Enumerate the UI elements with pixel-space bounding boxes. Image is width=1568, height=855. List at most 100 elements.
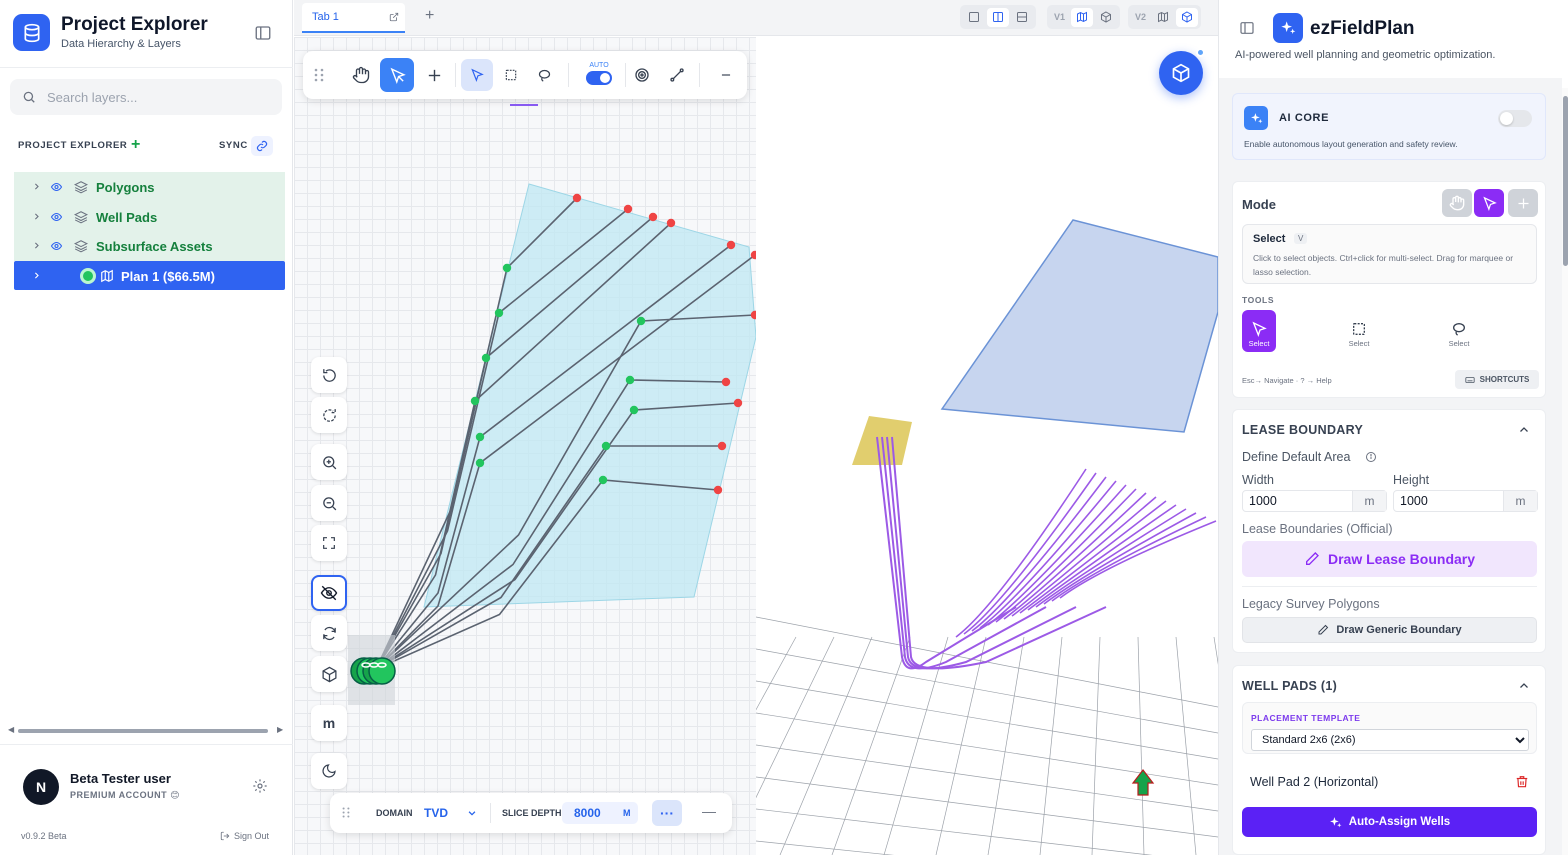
chevron-up-icon[interactable] [1518,424,1530,436]
pan-hand-icon[interactable] [344,58,378,92]
rotate-left-icon[interactable] [311,357,347,393]
path-draw-icon[interactable] [660,58,694,92]
chevron-right-icon[interactable] [32,182,41,191]
gear-icon[interactable] [252,778,268,794]
target-icon[interactable] [625,58,659,92]
v1-cube-icon[interactable] [1095,8,1117,27]
eye-icon[interactable] [50,181,63,193]
toe-point[interactable] [623,204,633,214]
auto-toggle[interactable]: AUTO [586,62,612,85]
avatar[interactable]: N [23,769,59,805]
tree-item-polygons[interactable]: Polygons [14,172,285,202]
zoom-in-icon[interactable] [311,444,347,480]
toe-point[interactable] [726,240,736,250]
toe-point[interactable] [666,218,676,228]
lease-polygon[interactable] [423,183,756,608]
map-view-3d[interactable] [756,37,1218,855]
tree-item-well-pads[interactable]: Well Pads [14,201,285,231]
chevron-right-icon[interactable] [32,212,41,221]
tree-item-subsurface-assets[interactable]: Subsurface Assets [14,231,285,261]
panel-toggle-icon[interactable] [1239,20,1255,36]
sign-out-link[interactable]: Sign Out [220,831,269,841]
minimize-icon[interactable] [709,58,743,92]
heel-point[interactable] [475,432,485,442]
v1-map-icon[interactable] [1071,7,1094,27]
search-input[interactable] [47,87,272,107]
heel-point[interactable] [601,441,611,451]
well-pad-name[interactable]: Well Pad 2 (Horizontal) [1250,775,1378,789]
cube-3d-icon[interactable] [311,656,347,692]
toe-point[interactable] [648,212,658,222]
well-pad-marker[interactable] [348,635,396,705]
chevron-right-icon[interactable] [32,241,41,250]
mode-add-plus-icon[interactable] [1508,189,1538,217]
toe-point[interactable] [733,398,743,408]
select-cursor-icon[interactable] [380,58,414,92]
drag-handle-icon[interactable] [314,68,324,82]
shortcuts-button[interactable]: SHORTCUTS [1455,370,1539,389]
toe-point[interactable] [717,441,727,451]
layout-split-vertical-icon[interactable] [987,7,1009,27]
dark-mode-moon-icon[interactable] [311,753,347,789]
vertical-scrollbar[interactable] [1562,88,1568,855]
toe-point[interactable] [713,485,723,495]
heel-point[interactable] [470,396,480,406]
toe-point[interactable] [572,193,582,203]
fit-screen-icon[interactable] [311,525,347,561]
scroll-left-icon[interactable]: ◀ [8,725,14,734]
heel-point[interactable] [475,458,485,468]
heel-point[interactable] [502,263,512,273]
lasso-select-icon[interactable] [527,58,561,92]
rotate-right-icon[interactable] [311,397,347,433]
heel-point[interactable] [598,475,608,485]
boundary-3d[interactable] [940,219,1218,433]
scroll-thumb[interactable] [1563,96,1568,266]
layout-single-icon[interactable] [963,8,985,27]
mode-pan-hand-icon[interactable] [1442,189,1472,217]
layout-split-horizontal-icon[interactable] [1011,8,1033,27]
units-toggle-button[interactable]: m [311,705,347,741]
mode-select-cursor-icon[interactable] [1474,189,1504,217]
v2-cube-icon[interactable] [1176,7,1199,27]
tree-item-plan-1[interactable]: Plan 1 ($66.5M) [14,260,285,290]
lateral-3d[interactable] [1003,492,1147,620]
domain-select[interactable]: TVD [424,806,448,820]
scene-3d-drawing[interactable] [756,37,1218,855]
popout-icon[interactable] [389,12,399,22]
more-options-button[interactable]: ··· [652,800,682,826]
lateral-3d[interactable] [995,488,1137,623]
tab-1[interactable]: Tab 1 [302,3,405,33]
tool-pointer-select[interactable]: Select [1242,310,1276,352]
heel-point[interactable] [625,375,635,385]
map-view-2d[interactable] [294,37,756,855]
add-plus-icon[interactable] [417,58,451,92]
slice-depth-input[interactable]: 8000 M [562,802,638,824]
scroll-right-icon[interactable]: ▶ [277,725,283,734]
add-tab-button[interactable]: + [425,7,434,25]
well-plan-drawing[interactable] [294,37,756,855]
heel-point[interactable] [494,308,504,318]
heel-point[interactable] [481,353,491,363]
v2-map-icon[interactable] [1152,8,1174,27]
auto-switch[interactable] [586,71,612,85]
chevron-up-icon[interactable] [1518,680,1530,692]
refresh-icon[interactable] [311,615,347,651]
eye-icon[interactable] [50,211,63,223]
collapse-sidebar-icon[interactable] [254,23,274,43]
heel-point[interactable] [629,405,639,415]
auto-assign-wells-button[interactable]: Auto-Assign Wells [1242,807,1537,837]
ai-core-toggle[interactable] [1498,110,1532,127]
chevron-right-icon[interactable] [32,271,41,280]
heel-point[interactable] [636,316,646,326]
tool-lasso-select[interactable]: Select [1442,310,1476,352]
tool-marquee-select[interactable]: Select [1342,310,1376,352]
draw-generic-boundary-button[interactable]: Draw Generic Boundary [1242,617,1537,643]
sync-link-icon[interactable] [251,136,273,156]
marquee-select-icon[interactable] [494,58,528,92]
3d-view-cube-button[interactable] [1159,51,1203,95]
eye-icon[interactable] [50,240,63,252]
trash-icon[interactable] [1515,775,1529,789]
zoom-out-icon[interactable] [311,485,347,521]
toe-point[interactable] [721,377,731,387]
draw-lease-boundary-button[interactable]: Draw Lease Boundary [1242,541,1537,577]
